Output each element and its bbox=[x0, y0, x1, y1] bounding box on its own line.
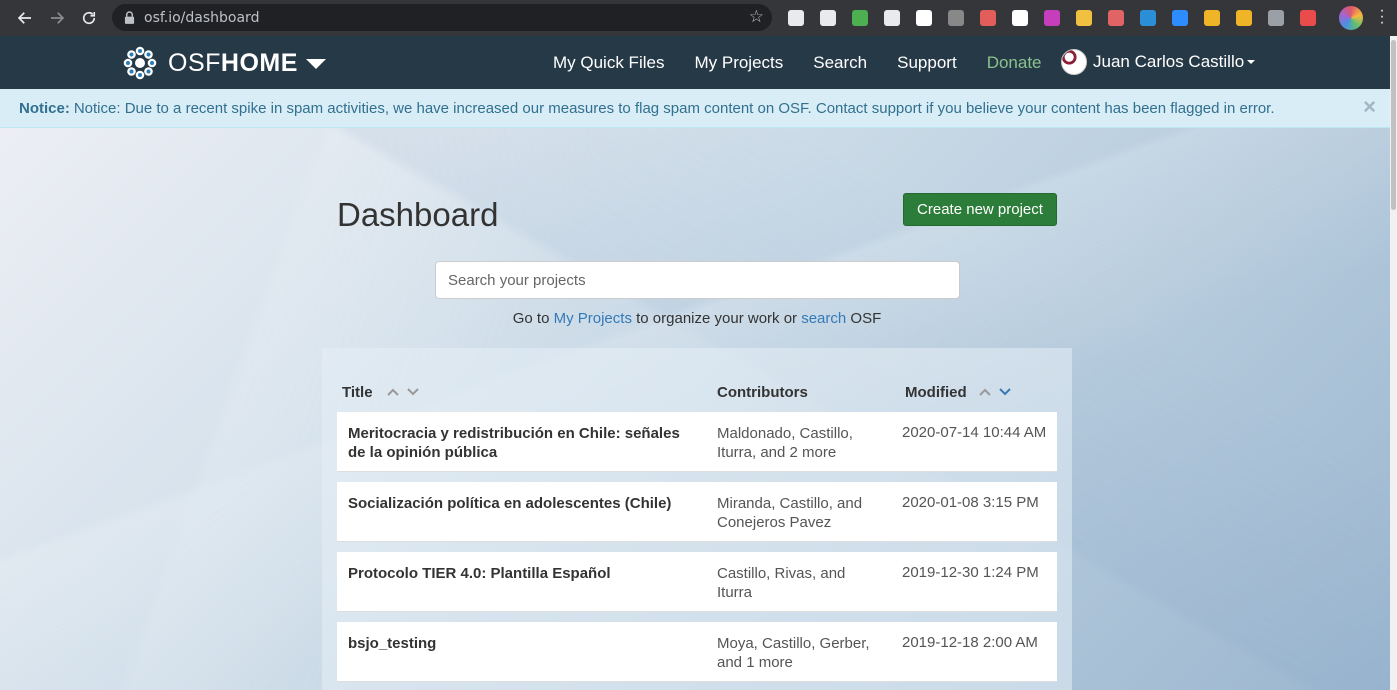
brand-home-text: HOME bbox=[220, 48, 298, 77]
s-icon[interactable] bbox=[880, 6, 904, 30]
nav-support[interactable]: Support bbox=[897, 53, 957, 73]
project-modified: 2020-01-08 3:15 PM bbox=[902, 494, 1039, 511]
goto-text: Go to My Projects to organize your work … bbox=[512, 310, 882, 327]
circle-ext-icon[interactable] bbox=[1264, 6, 1288, 30]
swirl-icon[interactable] bbox=[1296, 6, 1320, 30]
project-modified: 2019-12-18 2:00 AM bbox=[902, 634, 1038, 651]
column-header-modified: Modified bbox=[905, 384, 967, 401]
notice-banner: Notice: Notice: Due to a recent spike in… bbox=[0, 89, 1390, 128]
column-header-title: Title bbox=[342, 384, 373, 401]
modified-sort-controls bbox=[978, 385, 1012, 399]
project-contributors: Castillo, Rivas, and Iturra bbox=[717, 565, 846, 601]
url-text: osf.io/dashboard bbox=[144, 9, 260, 26]
color-grid-icon[interactable] bbox=[1040, 6, 1064, 30]
nav-my-projects[interactable]: My Projects bbox=[694, 53, 783, 73]
bookmark-star-icon[interactable]: ☆ bbox=[749, 8, 764, 26]
osf-home-brand[interactable]: OSF HOME bbox=[122, 45, 326, 81]
notice-text: Notice: Due to a recent spike in spam ac… bbox=[73, 99, 1275, 117]
back-icon[interactable] bbox=[9, 2, 41, 34]
sort-asc-icon[interactable] bbox=[978, 385, 992, 399]
osf-logo-icon bbox=[123, 46, 157, 80]
docs-icon[interactable] bbox=[784, 6, 808, 30]
nav-links: My Quick Files My Projects Search Suppor… bbox=[553, 36, 1072, 89]
project-contributors: Moya, Castillo, Gerber, and 1 more bbox=[717, 635, 870, 671]
notice-label: Notice: bbox=[19, 99, 70, 117]
project-title[interactable]: Protocolo TIER 4.0: Plantilla Español bbox=[348, 564, 688, 583]
feather-icon[interactable] bbox=[1136, 6, 1160, 30]
pen-icon[interactable] bbox=[1072, 6, 1096, 30]
arrow-ext-icon[interactable] bbox=[976, 6, 1000, 30]
browser-profile-avatar[interactable] bbox=[1339, 6, 1363, 30]
scrollbar-thumb[interactable] bbox=[1391, 40, 1396, 210]
table-row[interactable]: bsjo_testing Moya, Castillo, Gerber, and… bbox=[337, 622, 1057, 682]
search-projects-input[interactable] bbox=[435, 261, 960, 299]
title-sort-controls bbox=[386, 385, 420, 399]
h-icon[interactable] bbox=[944, 6, 968, 30]
sort-asc-icon[interactable] bbox=[386, 385, 400, 399]
gnu-icon[interactable] bbox=[1008, 6, 1032, 30]
table-row[interactable]: Protocolo TIER 4.0: Plantilla Español Ca… bbox=[337, 552, 1057, 612]
lock-icon bbox=[124, 11, 136, 25]
zoom-icon[interactable] bbox=[1168, 6, 1192, 30]
crown-icon[interactable] bbox=[1200, 6, 1224, 30]
browser-toolbar: osf.io/dashboard ☆ · · · bbox=[0, 0, 1397, 36]
project-modified: 2020-07-14 10:44 AM bbox=[902, 424, 1047, 441]
dashboard-main: Dashboard Create new project Go to My Pr… bbox=[0, 128, 1390, 690]
close-icon[interactable]: × bbox=[1363, 96, 1376, 118]
project-modified: 2019-12-30 1:24 PM bbox=[902, 564, 1039, 581]
nav-donate[interactable]: Donate bbox=[987, 53, 1042, 73]
project-contributors: Maldonado, Castillo, Iturra, and 2 more bbox=[717, 425, 853, 461]
avatar bbox=[1061, 49, 1087, 75]
lock-ext-icon[interactable] bbox=[912, 6, 936, 30]
create-new-project-button[interactable]: Create new project bbox=[903, 193, 1057, 226]
caret-down-icon[interactable] bbox=[305, 59, 326, 69]
my-projects-link[interactable]: My Projects bbox=[554, 310, 632, 327]
nav-search[interactable]: Search bbox=[813, 53, 867, 73]
brand-osf-text: OSF bbox=[168, 48, 221, 77]
image-icon[interactable] bbox=[848, 6, 872, 30]
user-menu[interactable]: Juan Carlos Castillo bbox=[1061, 49, 1256, 75]
shield-icon[interactable] bbox=[816, 6, 840, 30]
extensions-bar bbox=[784, 6, 1328, 30]
browser-menu-icon[interactable]: · · · bbox=[1377, 3, 1387, 31]
nav-my-quick-files[interactable]: My Quick Files bbox=[553, 53, 664, 73]
search-link[interactable]: search bbox=[801, 310, 846, 327]
column-header-contributors: Contributors bbox=[717, 384, 808, 401]
sort-desc-icon[interactable] bbox=[406, 385, 420, 399]
project-title[interactable]: bsjo_testing bbox=[348, 634, 688, 653]
tag-icon[interactable] bbox=[1104, 6, 1128, 30]
caret-down-icon bbox=[1247, 60, 1256, 64]
table-row[interactable]: Socialización política en adolescentes (… bbox=[337, 482, 1057, 542]
page-title: Dashboard bbox=[337, 196, 499, 233]
address-bar[interactable]: osf.io/dashboard ☆ bbox=[112, 4, 772, 31]
forward-icon[interactable] bbox=[41, 2, 73, 34]
osf-navbar: OSF HOME My Quick Files My Projects Sear… bbox=[0, 36, 1390, 89]
reload-icon[interactable] bbox=[73, 2, 105, 34]
user-name: Juan Carlos Castillo bbox=[1093, 52, 1245, 71]
crown2-icon[interactable] bbox=[1232, 6, 1256, 30]
project-contributors: Miranda, Castillo, and Conejeros Pavez bbox=[717, 495, 863, 531]
project-title[interactable]: Socialización política en adolescentes (… bbox=[348, 494, 688, 513]
sort-desc-icon[interactable] bbox=[998, 385, 1012, 399]
table-row[interactable]: Meritocracia y redistribución en Chile: … bbox=[337, 412, 1057, 472]
page-scrollbar[interactable] bbox=[1390, 36, 1397, 690]
project-title[interactable]: Meritocracia y redistribución en Chile: … bbox=[348, 424, 688, 462]
